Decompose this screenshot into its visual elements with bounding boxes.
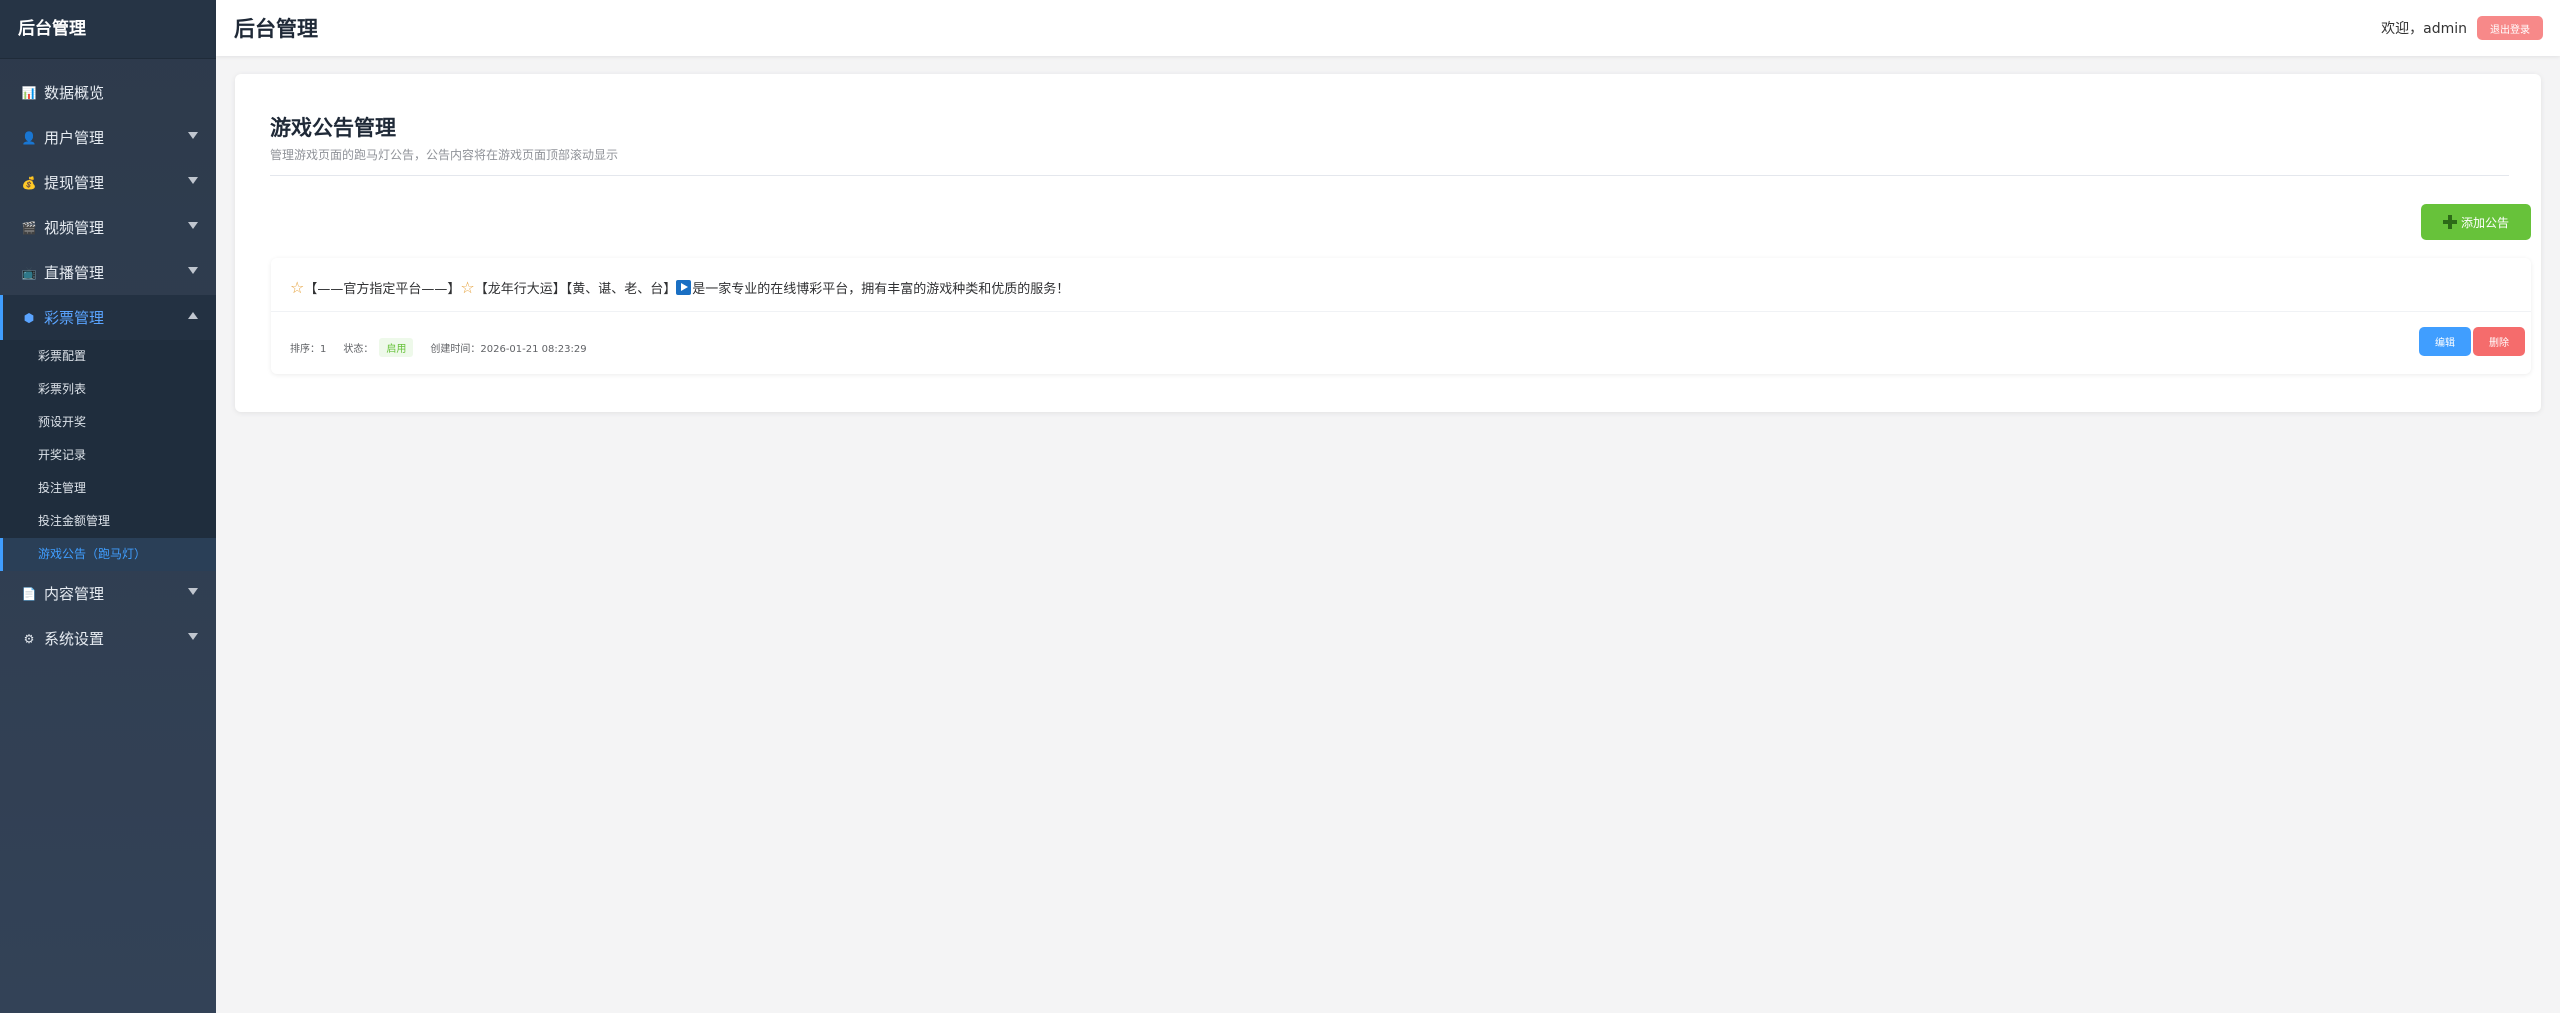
film-icon: 🎬: [21, 220, 37, 235]
add-notice-button[interactable]: 添加公告: [2421, 204, 2531, 240]
edit-button[interactable]: 编辑: [2419, 327, 2471, 356]
notice-card: ☆ 【——官方指定平台——】 ☆ 【龙年行大运】【黄、谌、老、台】 是一家专业的…: [271, 258, 2531, 374]
sidebar-item-users[interactable]: 👤 用户管理: [0, 115, 216, 160]
notice-status-label: 状态：: [343, 344, 374, 355]
page-description: 管理游戏页面的跑马灯公告，公告内容将在游戏页面顶部滚动显示: [270, 148, 619, 162]
chevron-up-icon: [188, 312, 198, 319]
sidebar-subitem-game-notice[interactable]: 游戏公告（跑马灯）: [0, 538, 216, 571]
chart-icon: 📊: [21, 85, 37, 100]
sidebar-menu: 📊 数据概览 👤 用户管理 💰 提现管理 🎬 视频管理 📺 直播管理 ⬢ 彩票管…: [0, 70, 216, 661]
header-title: 后台管理: [234, 17, 318, 41]
chevron-down-icon: [188, 132, 198, 139]
sidebar-item-withdraw[interactable]: 💰 提现管理: [0, 160, 216, 205]
sidebar-item-label: 直播管理: [44, 264, 105, 282]
user-icon: 👤: [21, 130, 37, 145]
sidebar-subitem-preset-draw[interactable]: 预设开奖: [0, 406, 216, 439]
page-title: 游戏公告管理: [270, 116, 396, 140]
notice-text-part: 是一家专业的在线博彩平台，拥有丰富的游戏种类和优质的服务！: [692, 282, 1070, 297]
sidebar-item-live[interactable]: 📺 直播管理: [0, 250, 216, 295]
document-icon: 📄: [21, 586, 37, 601]
sidebar-item-dashboard[interactable]: 📊 数据概览: [0, 70, 216, 115]
header-user-area: 欢迎，admin 退出登录: [2381, 16, 2543, 40]
sidebar-subitem-lottery-list[interactable]: 彩票列表: [0, 373, 216, 406]
lottery-submenu: 彩票配置 彩票列表 预设开奖 开奖记录 投注管理 投注金额管理 游戏公告（跑马灯…: [0, 340, 216, 571]
sidebar-item-label: 用户管理: [44, 129, 105, 147]
dice-icon: ⬢: [23, 310, 35, 325]
sidebar: 后台管理 📊 数据概览 👤 用户管理 💰 提现管理 🎬 视频管理 📺 直播管理 …: [0, 0, 216, 1013]
notice-created-time: 创建时间：2026-01-21 08:23:29: [430, 344, 587, 355]
sidebar-item-label: 彩票管理: [44, 309, 105, 327]
sidebar-item-label: 提现管理: [44, 174, 105, 192]
sidebar-subitem-bet-management[interactable]: 投注管理: [0, 472, 216, 505]
sidebar-item-settings[interactable]: ⚙ 系统设置: [0, 616, 216, 661]
sidebar-item-label: 系统设置: [44, 630, 105, 648]
chevron-down-icon: [188, 633, 198, 640]
welcome-text: 欢迎，admin: [2381, 21, 2467, 37]
chevron-down-icon: [188, 588, 198, 595]
notice-sort: 排序：1: [290, 344, 327, 355]
main-card: 游戏公告管理 管理游戏页面的跑马灯公告，公告内容将在游戏页面顶部滚动显示 添加公…: [235, 74, 2541, 412]
notice-status: 状态： 启用: [343, 338, 414, 357]
notice-content: ☆ 【——官方指定平台——】 ☆ 【龙年行大运】【黄、谌、老、台】 是一家专业的…: [290, 278, 1069, 297]
notice-meta: 排序：1 状态： 启用 创建时间：2026-01-21 08:23:29: [290, 338, 604, 357]
sidebar-item-lottery[interactable]: ⬢ 彩票管理: [0, 295, 216, 340]
chevron-down-icon: [188, 177, 198, 184]
notice-divider: [271, 311, 2531, 312]
chevron-down-icon: [188, 222, 198, 229]
notice-text-part: 【——官方指定平台——】: [304, 282, 461, 297]
sidebar-item-label: 视频管理: [44, 219, 105, 237]
sidebar-item-label: 内容管理: [44, 585, 105, 603]
sidebar-brand: 后台管理: [0, 0, 216, 59]
gear-icon: ⚙: [23, 631, 35, 646]
sidebar-subitem-draw-records[interactable]: 开奖记录: [0, 439, 216, 472]
star-icon: ☆: [460, 278, 475, 297]
star-icon: ☆: [290, 278, 305, 297]
chevron-down-icon: [188, 267, 198, 274]
top-header: 后台管理 欢迎，admin 退出登录: [216, 0, 2560, 56]
sidebar-item-content[interactable]: 📄 内容管理: [0, 571, 216, 616]
delete-button[interactable]: 删除: [2473, 327, 2525, 356]
plus-icon: [2442, 215, 2457, 229]
sidebar-item-label: 数据概览: [44, 84, 105, 102]
sidebar-subitem-bet-amount[interactable]: 投注金额管理: [0, 505, 216, 538]
sidebar-item-video[interactable]: 🎬 视频管理: [0, 205, 216, 250]
divider: [270, 175, 2509, 176]
money-bag-icon: 💰: [21, 175, 37, 190]
sidebar-subitem-lottery-config[interactable]: 彩票配置: [0, 340, 216, 373]
notice-text-part: 【龙年行大运】【黄、谌、老、台】: [474, 282, 677, 297]
tv-icon: 📺: [21, 265, 37, 280]
play-icon: [676, 280, 692, 295]
logout-button[interactable]: 退出登录: [2477, 16, 2543, 40]
add-notice-label: 添加公告: [2460, 215, 2509, 230]
status-badge: 启用: [379, 338, 414, 357]
